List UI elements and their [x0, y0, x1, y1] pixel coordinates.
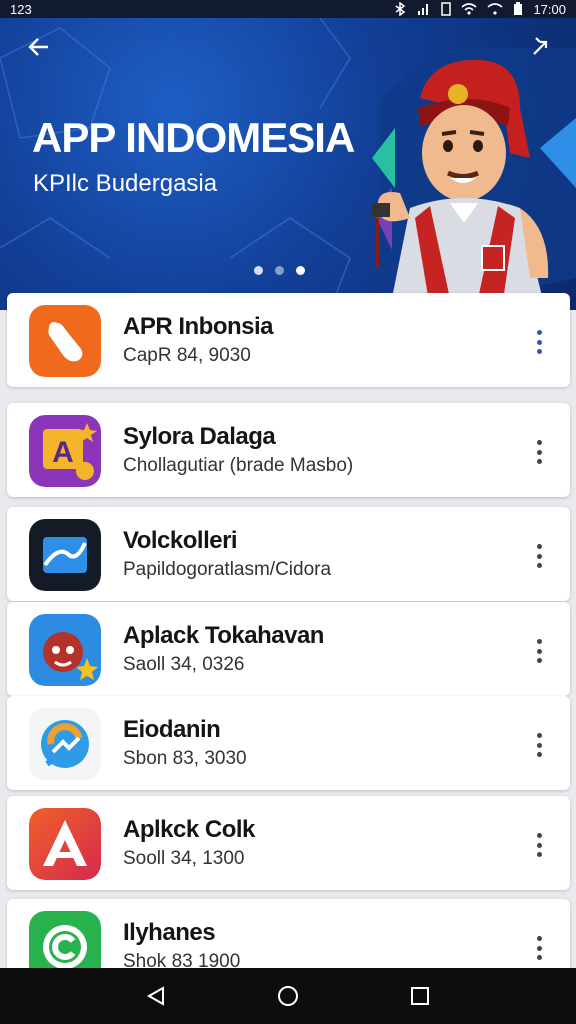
- carousel-dot[interactable]: [275, 266, 284, 275]
- letter-a-triangle-icon: [29, 808, 101, 880]
- app-list-item[interactable]: A Sylora Dalaga Chollagutiar (brade Masb…: [7, 403, 570, 497]
- more-options-icon[interactable]: [530, 730, 548, 760]
- status-left-text: 123: [10, 1, 32, 17]
- dashboard-chart-icon: [29, 519, 101, 591]
- status-icons: 17:00: [393, 2, 566, 17]
- bluetooth-icon: [396, 2, 406, 16]
- app-name: Aplack Tokahavan: [123, 622, 324, 649]
- svg-text:A: A: [52, 436, 74, 469]
- status-bar: 123 17:00: [0, 0, 576, 18]
- app-subtitle: Chollagutiar (brade Masbo): [123, 455, 354, 476]
- app-subtitle: Saoll 34, 0326: [123, 654, 245, 675]
- app-name: Eiodanin: [123, 716, 221, 743]
- messenger-icon: [29, 708, 101, 780]
- nav-recents-icon[interactable]: [400, 976, 440, 1016]
- app-list-item[interactable]: Eiodanin Sbon 83, 3030: [7, 696, 570, 790]
- app-name: APR Inbonsia: [123, 313, 274, 340]
- banner-subtitle: KPIlc Budergasia: [33, 170, 218, 197]
- app-name: Aplkck Colk: [123, 816, 255, 843]
- more-options-icon[interactable]: [530, 636, 548, 666]
- nav-home-icon[interactable]: [268, 976, 308, 1016]
- app-list-item[interactable]: Aplack Tokahavan Saoll 34, 0326: [7, 602, 570, 696]
- mascot-illustration: [372, 59, 549, 308]
- app-name: Ilyhanes: [123, 919, 216, 946]
- carousel-dots[interactable]: [254, 266, 305, 275]
- carousel-dot-active[interactable]: [296, 266, 305, 275]
- app-list-item[interactable]: Aplkck Colk Sooll 34, 1300: [7, 796, 570, 890]
- battery-small-icon: [441, 2, 452, 16]
- hero-banner: APP INDOMESIA KPIlc Budergasia: [0, 18, 576, 310]
- app-subtitle: Sbon 83, 3030: [123, 748, 247, 769]
- app-subtitle: CapR 84, 9030: [123, 345, 251, 366]
- app-list-item[interactable]: APR Inbonsia CapR 84, 9030: [7, 293, 570, 387]
- app-subtitle: Sooll 34, 1300: [123, 848, 245, 869]
- more-options-icon[interactable]: [530, 327, 548, 357]
- app-list-item[interactable]: Volckolleri Papildogoratlasm/Cidora: [7, 507, 570, 601]
- hand-icon: [29, 305, 101, 377]
- signal-icon: [418, 4, 429, 15]
- wifi-icon: [461, 3, 477, 15]
- app-name: Volckolleri: [123, 527, 238, 554]
- battery-icon: [514, 2, 523, 15]
- status-time: 17:00: [533, 1, 566, 17]
- more-options-icon[interactable]: [530, 830, 548, 860]
- system-nav-bar: [0, 968, 576, 1024]
- nav-back-icon[interactable]: [136, 976, 176, 1016]
- letter-a-badge-icon: A: [29, 415, 101, 487]
- mascot-star-icon: [29, 614, 101, 686]
- wifi-alt-icon: [487, 3, 503, 15]
- app-subtitle: Papildogoratlasm/Cidora: [123, 559, 332, 580]
- more-options-icon[interactable]: [530, 933, 548, 963]
- back-arrow-icon[interactable]: [26, 34, 56, 64]
- more-options-icon[interactable]: [530, 541, 548, 571]
- banner-title: APP INDOMESIA: [32, 114, 355, 161]
- more-options-icon[interactable]: [530, 437, 548, 467]
- carousel-dot[interactable]: [254, 266, 263, 275]
- app-name: Sylora Dalaga: [123, 423, 276, 450]
